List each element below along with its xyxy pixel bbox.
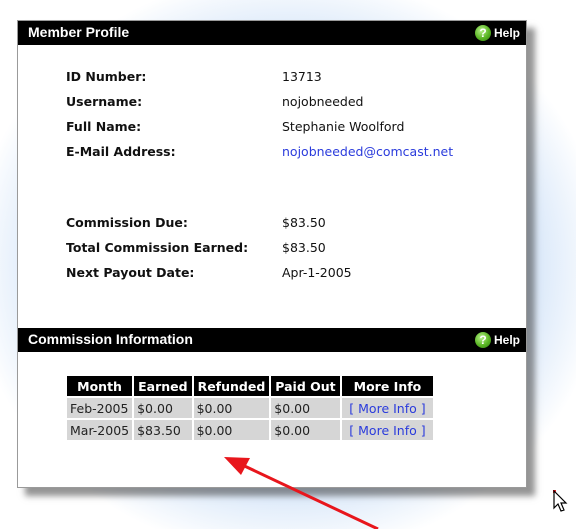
field-label: Commission Due:	[66, 215, 188, 230]
table-header-row: Month Earned Refunded Paid Out More Info	[67, 376, 434, 396]
cell-month: Feb-2005	[67, 398, 133, 418]
more-info-link[interactable]: [ More Info ]	[341, 420, 434, 440]
more-info-link[interactable]: [ More Info ]	[341, 398, 434, 418]
field-value: Apr-1-2005	[282, 265, 352, 280]
help-icon: ?	[474, 25, 491, 41]
email-link[interactable]: nojobneeded@comcast.net	[282, 144, 453, 159]
commission-info-header: Commission Information ? Help	[18, 328, 526, 352]
column-header-paid-out: Paid Out	[271, 376, 340, 396]
commission-table: Month Earned Refunded Paid Out More Info…	[65, 374, 435, 442]
help-label: Help	[493, 333, 520, 347]
field-label: E-Mail Address:	[66, 144, 176, 159]
column-header-month: Month	[67, 376, 133, 396]
table-row: Feb-2005 $0.00 $0.00 $0.00 [ More Info ]	[67, 398, 434, 418]
table-row: Mar-2005 $83.50 $0.00 $0.00 [ More Info …	[67, 420, 434, 440]
column-header-refunded: Refunded	[193, 376, 270, 396]
field-value: nojobneeded	[282, 94, 364, 109]
column-header-more-info: More Info	[341, 376, 434, 396]
commission-info-title: Commission Information	[28, 331, 193, 347]
cell-earned: $83.50	[134, 420, 192, 440]
field-value: Stephanie Woolford	[282, 119, 405, 134]
cell-earned: $0.00	[134, 398, 192, 418]
cell-paid-out: $0.00	[271, 420, 340, 440]
cell-refunded: $0.00	[193, 398, 270, 418]
member-profile-panel: Member Profile ? Help ID Number: 13713 U…	[17, 20, 527, 488]
member-profile-help-link[interactable]: ? Help	[474, 25, 520, 41]
member-profile-title: Member Profile	[28, 24, 130, 40]
cell-refunded: $0.00	[193, 420, 270, 440]
cell-month: Mar-2005	[67, 420, 133, 440]
field-value: $83.50	[282, 240, 326, 255]
field-label: Total Commission Earned:	[66, 240, 249, 255]
field-label: Next Payout Date:	[66, 265, 195, 280]
column-header-earned: Earned	[134, 376, 192, 396]
help-label: Help	[493, 26, 520, 40]
cell-paid-out: $0.00	[271, 398, 340, 418]
field-label: Full Name:	[66, 119, 142, 134]
field-label: ID Number:	[66, 69, 147, 84]
commission-help-link[interactable]: ? Help	[474, 332, 520, 348]
help-icon: ?	[474, 332, 491, 348]
field-value: $83.50	[282, 215, 326, 230]
field-value: 13713	[282, 69, 322, 84]
mouse-cursor-icon	[553, 490, 568, 512]
field-label: Username:	[66, 94, 143, 109]
member-profile-header: Member Profile ? Help	[18, 21, 526, 45]
